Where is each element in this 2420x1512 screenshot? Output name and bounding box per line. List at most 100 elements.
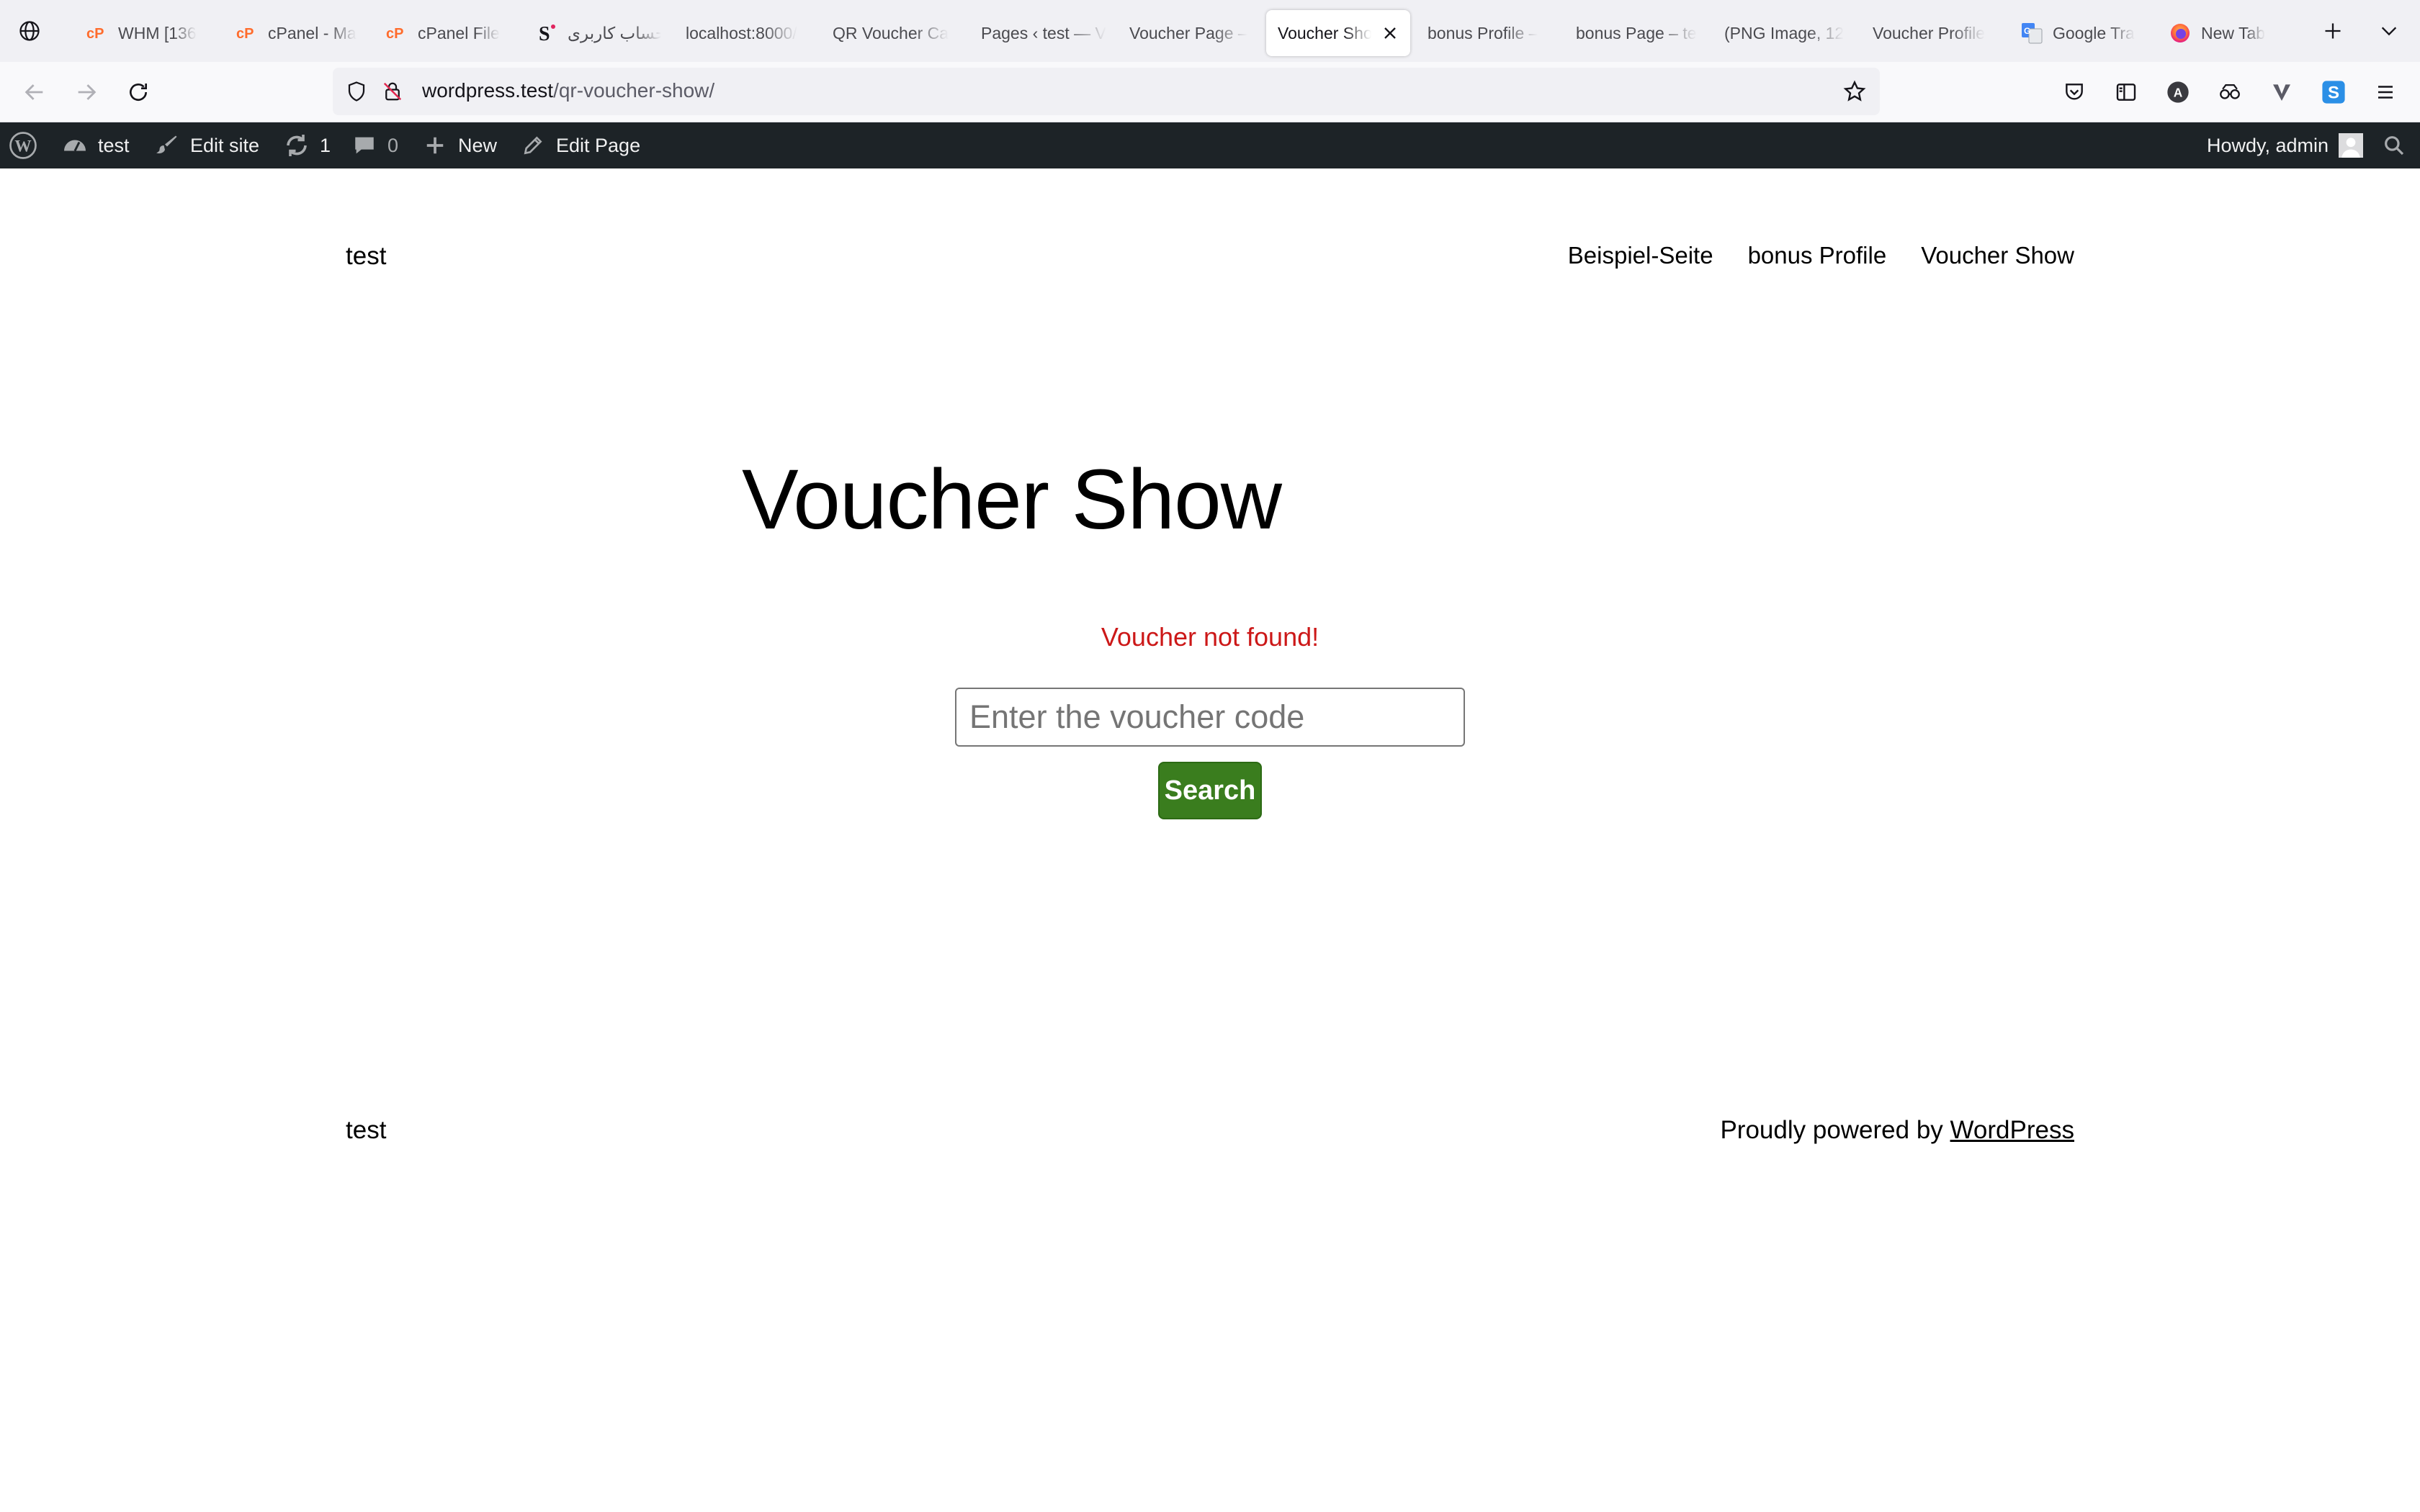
tab-voucher-show[interactable]: Voucher Sho bbox=[1266, 10, 1410, 56]
tab-whm[interactable]: cP WHM [136 bbox=[75, 10, 212, 56]
comments-count: 0 bbox=[387, 134, 399, 156]
updates-refresh-icon bbox=[282, 131, 311, 160]
admin-bar-edit-site-label: Edit site bbox=[190, 134, 260, 156]
tab-label: Voucher Profile bbox=[1873, 23, 1985, 42]
extension-s-icon[interactable]: S bbox=[2318, 76, 2349, 108]
tab-label: (PNG Image, 12 bbox=[1724, 23, 1845, 42]
tab-voucher-page[interactable]: Voucher Page – bbox=[1118, 10, 1255, 56]
browser-nav-bar: wordpress.test/qr-voucher-show/ A S bbox=[0, 62, 2420, 122]
firefox-view-icon[interactable] bbox=[16, 17, 43, 45]
pocket-icon[interactable] bbox=[2058, 76, 2090, 108]
admin-bar-updates[interactable]: 1 bbox=[282, 122, 331, 168]
close-icon[interactable] bbox=[1380, 23, 1400, 43]
new-tab-button[interactable] bbox=[2318, 16, 2348, 46]
comment-bubble-icon bbox=[350, 131, 379, 160]
search-button[interactable]: Search bbox=[1158, 762, 1262, 819]
footer-credit: Proudly powered by WordPress bbox=[1720, 1116, 2074, 1145]
tab-cpanel[interactable]: cP cPanel - Ma bbox=[225, 10, 362, 56]
svg-text:S: S bbox=[539, 23, 550, 44]
tab-bonus-profile[interactable]: bonus Profile – bbox=[1416, 10, 1553, 56]
back-arrow-icon[interactable] bbox=[19, 76, 50, 108]
tab-localhost[interactable]: localhost:8000/ bbox=[674, 10, 811, 56]
list-all-tabs-chevron-icon[interactable] bbox=[2374, 16, 2404, 46]
nav-item-voucher-show[interactable]: Voucher Show bbox=[1921, 242, 2074, 269]
footer-site-title[interactable]: test bbox=[346, 1116, 386, 1145]
wp-logo-menu[interactable]: W bbox=[9, 122, 46, 168]
svg-text:G: G bbox=[2024, 26, 2030, 36]
tab-label: Google Tra bbox=[2053, 23, 2135, 42]
admin-bar-edit-site[interactable]: Edit site bbox=[153, 122, 259, 168]
howdy-greeting: Howdy, admin bbox=[2207, 134, 2329, 156]
admin-bar-search[interactable] bbox=[2380, 122, 2417, 168]
google-translate-icon: G bbox=[2021, 22, 2043, 44]
tab-account[interactable]: S حساب کاربری bbox=[524, 10, 661, 56]
admin-bar-site-name[interactable]: test bbox=[60, 122, 130, 168]
shield-icon[interactable] bbox=[343, 78, 370, 105]
svg-text:cP: cP bbox=[86, 26, 104, 41]
svg-text:cP: cP bbox=[236, 26, 254, 41]
nav-item-beispiel-seite[interactable]: Beispiel-Seite bbox=[1568, 242, 1713, 269]
s-logo-icon: S bbox=[536, 22, 557, 44]
url-path: /qr-voucher-show/ bbox=[553, 79, 715, 102]
admin-bar-new-label: New bbox=[458, 134, 498, 156]
browser-tab-bar: cP WHM [136 cP cPanel - Ma cP cPanel Fil… bbox=[0, 0, 2420, 62]
cpanel-icon: cP bbox=[236, 22, 258, 44]
tab-label: Voucher Sho bbox=[1278, 23, 1371, 42]
forward-arrow-icon[interactable] bbox=[71, 76, 102, 108]
tab-bonus-page[interactable]: bonus Page – te bbox=[1564, 10, 1701, 56]
tab-pages[interactable]: Pages ‹ test — V bbox=[969, 10, 1106, 56]
tab-voucher-profile[interactable]: Voucher Profile bbox=[1861, 10, 1998, 56]
admin-bar-edit-page[interactable]: Edit Page bbox=[519, 122, 640, 168]
tab-new-tab[interactable]: New Tab bbox=[2158, 10, 2295, 56]
updates-count: 1 bbox=[320, 134, 331, 156]
tab-label: Voucher Page – bbox=[1129, 23, 1247, 42]
admin-bar-new[interactable]: New bbox=[421, 122, 497, 168]
voucher-code-input[interactable] bbox=[955, 688, 1465, 747]
tab-label: New Tab bbox=[2201, 23, 2266, 42]
site-title-link[interactable]: test bbox=[346, 242, 386, 271]
tab-label: حساب کاربری bbox=[568, 23, 661, 42]
pencil-icon bbox=[519, 131, 547, 160]
admin-bar-site-label: test bbox=[98, 134, 130, 156]
avatar bbox=[2339, 133, 2364, 158]
svg-text:S: S bbox=[2328, 84, 2339, 103]
svg-text:A: A bbox=[2174, 86, 2183, 100]
paintbrush-icon bbox=[153, 131, 182, 160]
reload-icon[interactable] bbox=[122, 76, 154, 108]
tab-label: cPanel File bbox=[418, 23, 500, 42]
wordpress-link[interactable]: WordPress bbox=[1950, 1116, 2074, 1144]
tab-label: Pages ‹ test — V bbox=[981, 23, 1106, 42]
admin-bar-comments[interactable]: 0 bbox=[350, 122, 398, 168]
page-title: Voucher Show bbox=[742, 452, 1282, 547]
tab-label: cPanel - Ma bbox=[268, 23, 357, 42]
tab-cpanel-files[interactable]: cP cPanel File bbox=[375, 10, 511, 56]
admin-bar-my-account[interactable]: Howdy, admin bbox=[2207, 122, 2364, 168]
footer-credit-text: Proudly powered by bbox=[1720, 1116, 1950, 1144]
svg-text:W: W bbox=[14, 137, 31, 156]
extension-v-icon[interactable] bbox=[2266, 76, 2298, 108]
tab-label: bonus Page – te bbox=[1576, 23, 1697, 42]
tab-qr-voucher[interactable]: QR Voucher Ca bbox=[821, 10, 958, 56]
cpanel-icon: cP bbox=[386, 22, 408, 44]
tab-label: localhost:8000/ bbox=[686, 23, 797, 42]
account-a-icon[interactable]: A bbox=[2162, 76, 2194, 108]
voucher-error-message: Voucher not found! bbox=[1101, 622, 1319, 652]
url-bar[interactable]: wordpress.test/qr-voucher-show/ bbox=[333, 68, 1880, 115]
sidebar-icon[interactable] bbox=[2110, 76, 2142, 108]
bookmark-star-icon[interactable] bbox=[1841, 78, 1868, 105]
tab-google-translate[interactable]: G Google Tra bbox=[2009, 10, 2146, 56]
wp-admin-bar: W test Edit site 1 0 New Edit Page Howdy… bbox=[0, 122, 2420, 168]
extension-glasses-icon[interactable] bbox=[2214, 76, 2246, 108]
firefox-icon bbox=[2169, 22, 2191, 44]
plus-icon bbox=[421, 131, 449, 160]
tab-png-image[interactable]: (PNG Image, 12 bbox=[1713, 10, 1850, 56]
url-domain: wordpress.test bbox=[422, 79, 554, 102]
url-text: wordpress.test/qr-voucher-show/ bbox=[422, 79, 714, 102]
insecure-lock-icon[interactable] bbox=[379, 78, 406, 105]
dashboard-gauge-icon bbox=[60, 131, 89, 160]
hamburger-menu-icon[interactable] bbox=[2370, 76, 2401, 108]
tab-label: bonus Profile – bbox=[1428, 23, 1538, 42]
nav-item-bonus-profile[interactable]: bonus Profile bbox=[1748, 242, 1887, 269]
tab-label: WHM [136 bbox=[118, 23, 197, 42]
search-icon bbox=[2380, 131, 2408, 160]
